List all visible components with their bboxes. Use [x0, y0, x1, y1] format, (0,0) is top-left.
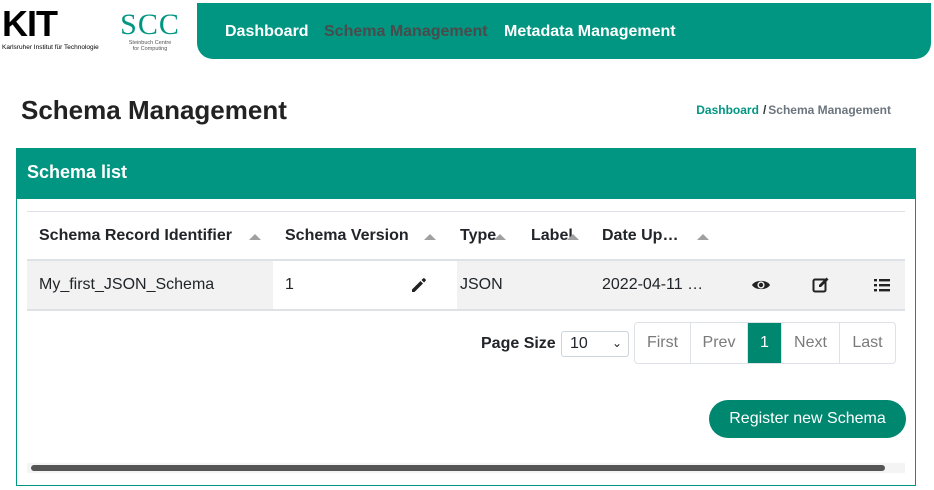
view-eye-icon[interactable]	[751, 275, 771, 295]
page-size-select[interactable]: 10 ⌄	[561, 331, 629, 357]
table-row[interactable]: My_first_JSON_Schema 1 JSON 2022-04-11 …	[27, 261, 905, 311]
kit-logo[interactable]: KIT Karlsruher Institut für Technologie	[2, 6, 106, 56]
cell-version-bg	[273, 261, 457, 309]
card-title: Schema list	[17, 149, 915, 199]
top-navbar: Dashboard Schema Management Metadata Man…	[197, 3, 931, 59]
column-header-version[interactable]: Schema Version	[285, 227, 409, 245]
horizontal-scrollbar[interactable]	[27, 463, 905, 473]
cell-version: 1	[285, 276, 294, 293]
chevron-down-icon: ⌄	[611, 336, 622, 350]
column-header-type[interactable]: Type	[460, 227, 496, 245]
sort-up-icon[interactable]	[249, 234, 261, 240]
nav-schema-management[interactable]: Schema Management	[324, 23, 488, 41]
sort-up-icon[interactable]	[567, 234, 579, 240]
pagination-prev[interactable]: Prev	[691, 323, 748, 363]
sort-up-icon[interactable]	[424, 234, 436, 240]
logo-area: KIT Karlsruher Institut für Technologie …	[0, 0, 198, 60]
breadcrumb: Dashboard / Schema Management	[696, 103, 891, 117]
scc-logo[interactable]: SCC Steinbuch Centre for Computing	[116, 10, 184, 58]
page-size-value: 10	[570, 335, 588, 352]
pagination: First Prev 1 Next Last	[634, 322, 896, 364]
nav-dashboard[interactable]: Dashboard	[225, 23, 309, 41]
sort-up-icon[interactable]	[697, 234, 709, 240]
schema-list-card: Schema list Schema Record Identifier Sch…	[16, 148, 916, 486]
breadcrumb-separator: /	[762, 103, 767, 117]
scc-logo-subtitle-2: for Computing	[132, 46, 168, 52]
cell-type: JSON	[460, 276, 503, 293]
column-header-date-updated[interactable]: Date Up…	[602, 227, 678, 245]
schema-table: Schema Record Identifier Schema Version …	[27, 211, 905, 311]
edit-record-icon[interactable]	[811, 275, 831, 295]
pagination-next[interactable]: Next	[782, 323, 840, 363]
scrollbar-thumb[interactable]	[31, 465, 885, 471]
breadcrumb-current: Schema Management	[768, 103, 891, 117]
page-size-label: Page Size	[481, 335, 556, 352]
sort-up-icon[interactable]	[494, 234, 506, 240]
cell-identifier: My_first_JSON_Schema	[39, 276, 215, 293]
list-versions-icon[interactable]	[872, 275, 892, 295]
kit-logo-text: KIT	[2, 3, 58, 44]
scc-logo-text: SCC	[120, 8, 180, 41]
pagination-first[interactable]: First	[635, 323, 691, 363]
page-title: Schema Management	[21, 95, 287, 125]
pagination-page-1[interactable]: 1	[748, 323, 782, 363]
register-new-schema-button[interactable]: Register new Schema	[709, 400, 906, 438]
nav-metadata-management[interactable]: Metadata Management	[504, 23, 676, 41]
column-header-identifier[interactable]: Schema Record Identifier	[39, 227, 232, 245]
breadcrumb-dashboard-link[interactable]: Dashboard	[696, 103, 759, 117]
cell-date-updated: 2022-04-11 …	[602, 276, 704, 293]
kit-logo-subtitle: Karlsruher Institut für Technologie	[2, 44, 99, 51]
table-header-row: Schema Record Identifier Schema Version …	[27, 211, 905, 261]
pagination-last[interactable]: Last	[840, 323, 895, 363]
edit-version-pencil-icon[interactable]	[409, 275, 429, 295]
